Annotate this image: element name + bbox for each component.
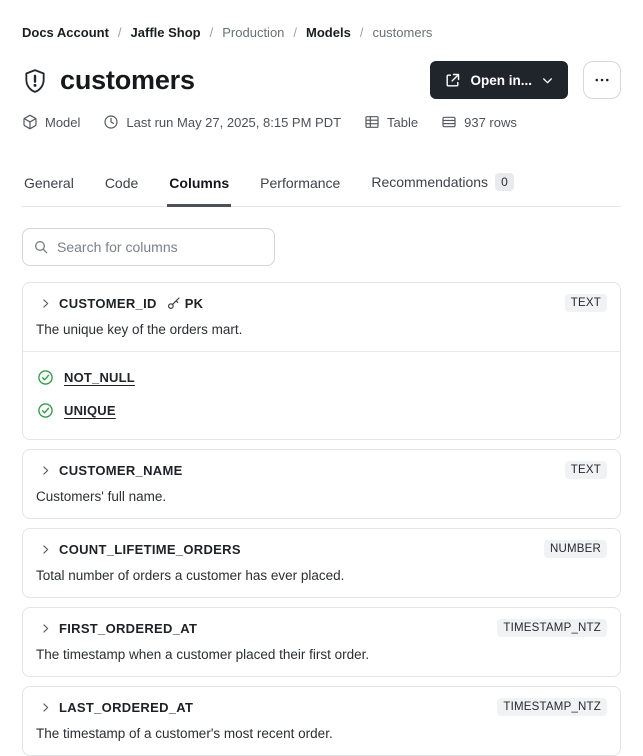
open-in-label: Open in...: [470, 72, 532, 88]
tab-performance[interactable]: Performance: [258, 175, 342, 207]
materialization-meta: Table: [364, 114, 418, 130]
column-header[interactable]: FIRST_ORDERED_AT TIMESTAMP_NTZ: [36, 619, 607, 637]
chevron-right-icon: [39, 701, 52, 714]
column-type-badge: TEXT: [564, 294, 607, 312]
rows-icon: [442, 116, 456, 128]
breadcrumb-separator: /: [293, 25, 298, 40]
model-detail-page: Docs Account / Jaffle Shop / Production …: [0, 0, 643, 756]
breadcrumb-item-jaffle-shop[interactable]: Jaffle Shop: [131, 25, 201, 40]
recommendations-count-badge: 0: [495, 173, 514, 191]
breadcrumb-separator: /: [209, 25, 214, 40]
search-input[interactable]: [57, 239, 264, 255]
column-card: CUSTOMER_ID PK TEXT The unique key of th…: [22, 282, 621, 440]
column-header[interactable]: COUNT_LIFETIME_ORDERS NUMBER: [36, 540, 607, 558]
primary-key-indicator: PK: [166, 295, 204, 311]
test-link[interactable]: NOT_NULL: [64, 370, 135, 385]
test-row: NOT_NULL: [36, 361, 607, 394]
cube-icon: [23, 114, 37, 130]
column-name: LAST_ORDERED_AT: [59, 699, 194, 715]
chevron-down-icon: [543, 77, 552, 83]
column-search: [22, 228, 275, 266]
column-description: Total number of orders a customer has ev…: [36, 568, 345, 583]
column-description: Customers' full name.: [36, 489, 167, 504]
row-count-meta: 937 rows: [441, 114, 517, 130]
check-circle-icon: [38, 370, 53, 385]
column-name: COUNT_LIFETIME_ORDERS: [59, 541, 241, 557]
breadcrumb: Docs Account / Jaffle Shop / Production …: [22, 25, 621, 40]
chevron-right-icon: [39, 464, 52, 477]
breadcrumb-item-customers: customers: [372, 25, 433, 40]
tab-label: Recommendations: [371, 174, 489, 190]
table-icon: [365, 116, 379, 128]
column-type-badge: NUMBER: [543, 540, 607, 558]
column-card: COUNT_LIFETIME_ORDERS NUMBER Total numbe…: [22, 528, 621, 598]
check-circle-icon: [38, 403, 53, 418]
breadcrumb-item-docs-account[interactable]: Docs Account: [22, 25, 109, 40]
tab-bar: General Code Columns Performance Recomme…: [22, 173, 621, 207]
test-row: UNIQUE: [36, 394, 607, 427]
breadcrumb-separator: /: [117, 25, 122, 40]
chevron-right-icon: [39, 543, 52, 556]
title-row: customers Open in...: [22, 61, 621, 99]
last-run-label: Last run May 27, 2025, 8:15 PM PDT: [126, 114, 342, 130]
column-header[interactable]: CUSTOMER_ID PK TEXT: [36, 294, 607, 312]
tab-general[interactable]: General: [22, 175, 76, 207]
test-link[interactable]: UNIQUE: [64, 403, 116, 418]
page-title: customers: [60, 64, 195, 95]
tab-label: Code: [104, 175, 139, 191]
column-name: CUSTOMER_NAME: [59, 462, 183, 478]
breadcrumb-separator: /: [359, 25, 364, 40]
resource-type-meta: Model: [22, 114, 80, 130]
column-card: CUSTOMER_NAME TEXT Customers' full name.: [22, 449, 621, 519]
column-header[interactable]: CUSTOMER_NAME TEXT: [36, 461, 607, 479]
column-type-badge: TIMESTAMP_NTZ: [497, 619, 607, 637]
ellipsis-icon: [595, 78, 609, 82]
pk-label: PK: [184, 295, 204, 311]
last-run-meta: Last run May 27, 2025, 8:15 PM PDT: [103, 114, 341, 130]
resource-type-label: Model: [45, 114, 81, 130]
chevron-right-icon: [39, 622, 52, 635]
open-in-button[interactable]: Open in...: [430, 61, 568, 99]
column-name: FIRST_ORDERED_AT: [59, 620, 198, 636]
tab-label: General: [24, 175, 74, 191]
tab-recommendations[interactable]: Recommendations 0: [369, 173, 515, 207]
breadcrumb-item-models[interactable]: Models: [306, 25, 351, 40]
breadcrumb-item-production: Production: [222, 25, 285, 40]
external-link-icon: [446, 73, 460, 87]
tab-code[interactable]: Code: [103, 175, 140, 207]
more-options-button[interactable]: [583, 61, 621, 99]
columns-list: CUSTOMER_ID PK TEXT The unique key of th…: [22, 282, 621, 756]
tab-columns[interactable]: Columns: [167, 175, 232, 207]
meta-row: Model Last run May 27, 2025, 8:15 PM PDT…: [22, 114, 621, 130]
column-description: The unique key of the orders mart.: [36, 322, 243, 337]
column-description: The timestamp when a customer placed the…: [36, 647, 370, 662]
column-type-badge: TIMESTAMP_NTZ: [497, 698, 607, 716]
column-name: CUSTOMER_ID: [59, 295, 157, 311]
chevron-right-icon: [39, 297, 52, 310]
tab-label: Columns: [169, 175, 230, 191]
column-description: The timestamp of a customer's most recen…: [36, 726, 333, 741]
row-count-label: 937 rows: [464, 114, 517, 130]
materialization-label: Table: [387, 114, 419, 130]
column-tests: NOT_NULL UNIQUE: [23, 351, 620, 439]
column-header[interactable]: LAST_ORDERED_AT TIMESTAMP_NTZ: [36, 698, 607, 716]
column-type-badge: TEXT: [564, 461, 607, 479]
tab-label: Performance: [260, 175, 341, 191]
column-card: FIRST_ORDERED_AT TIMESTAMP_NTZ The times…: [22, 607, 621, 677]
key-icon: [167, 297, 180, 310]
shield-alert-icon: [25, 69, 45, 93]
search-icon: [35, 241, 48, 254]
column-card: LAST_ORDERED_AT TIMESTAMP_NTZ The timest…: [22, 686, 621, 756]
clock-icon: [104, 115, 119, 129]
